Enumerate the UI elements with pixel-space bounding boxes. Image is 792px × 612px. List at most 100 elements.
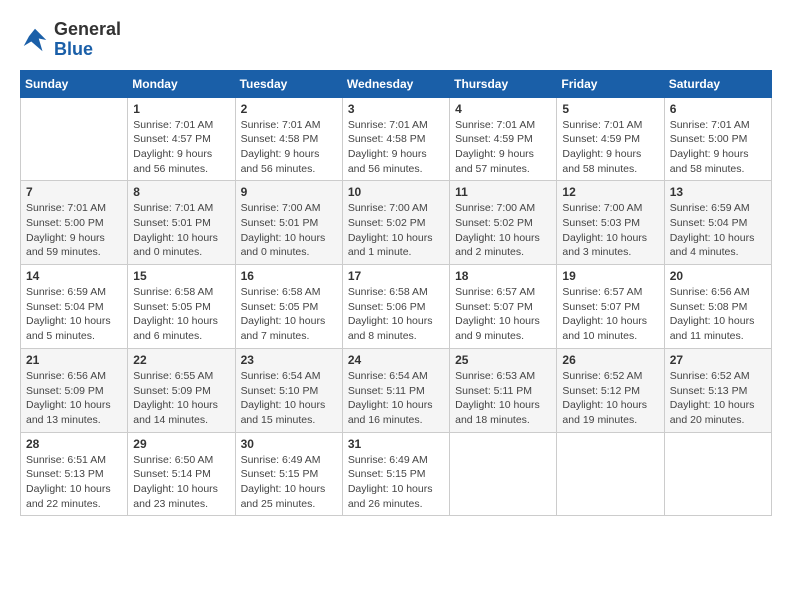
day-number: 2	[241, 102, 337, 116]
calendar-day-cell: 20Sunrise: 6:56 AMSunset: 5:08 PMDayligh…	[664, 265, 771, 349]
day-number: 14	[26, 269, 122, 283]
day-info: Sunrise: 6:49 AMSunset: 5:15 PMDaylight:…	[241, 453, 337, 512]
calendar-day-cell: 23 Sunrise: 6:54 AMSunset: 5:10 PMDayligh…	[235, 348, 342, 432]
day-info: Sunrise: 6:49 AMSunset: 5:15 PMDaylight:…	[348, 453, 444, 512]
calendar-day-cell	[21, 97, 128, 181]
calendar-day-cell: 25Sunrise: 6:53 AMSunset: 5:11 PMDayligh…	[450, 348, 557, 432]
page-header: General Blue	[20, 20, 772, 60]
day-number: 8	[133, 185, 229, 199]
day-number: 6	[670, 102, 766, 116]
day-number: 29	[133, 437, 229, 451]
day-info: Sunrise: 7:01 AMSunset: 5:00 PMDaylight:…	[670, 118, 766, 177]
day-info: Sunrise: 7:01 AMSunset: 4:58 PMDaylight:…	[348, 118, 444, 177]
day-info: Sunrise: 6:51 AMSunset: 5:13 PMDaylight:…	[26, 453, 122, 512]
day-number: 9	[241, 185, 337, 199]
day-info: Sunrise: 6:50 AMSunset: 5:14 PMDaylight:…	[133, 453, 229, 512]
calendar-week-row: 28 Sunrise: 6:51 AMSunset: 5:13 PMDayligh…	[21, 432, 772, 516]
day-info: Sunrise: 7:00 AMSunset: 5:02 PMDaylight:…	[455, 201, 551, 260]
weekday-header: Sunday	[21, 70, 128, 97]
day-number: 24	[348, 353, 444, 367]
day-number: 3	[348, 102, 444, 116]
day-number: 17	[348, 269, 444, 283]
day-info: Sunrise: 6:58 AMSunset: 5:06 PMDaylight:…	[348, 285, 444, 344]
calendar-day-cell	[450, 432, 557, 516]
calendar-day-cell: 9 Sunrise: 7:00 AMSunset: 5:01 PMDaylight…	[235, 181, 342, 265]
logo-text: General Blue	[54, 20, 121, 60]
day-info: Sunrise: 6:52 AMSunset: 5:13 PMDaylight:…	[670, 369, 766, 428]
day-number: 15	[133, 269, 229, 283]
day-number: 18	[455, 269, 551, 283]
calendar-day-cell: 3 Sunrise: 7:01 AMSunset: 4:58 PMDaylight…	[342, 97, 449, 181]
day-info: Sunrise: 6:59 AMSunset: 5:04 PMDaylight:…	[26, 285, 122, 344]
calendar-day-cell	[557, 432, 664, 516]
calendar-day-cell: 7 Sunrise: 7:01 AMSunset: 5:00 PMDaylight…	[21, 181, 128, 265]
day-number: 23	[241, 353, 337, 367]
day-info: Sunrise: 6:56 AMSunset: 5:09 PMDaylight:…	[26, 369, 122, 428]
calendar-day-cell: 30Sunrise: 6:49 AMSunset: 5:15 PMDayligh…	[235, 432, 342, 516]
day-number: 7	[26, 185, 122, 199]
day-info: Sunrise: 6:54 AMSunset: 5:10 PMDaylight:…	[241, 369, 337, 428]
day-info: Sunrise: 7:01 AMSunset: 4:58 PMDaylight:…	[241, 118, 337, 177]
day-info: Sunrise: 6:57 AMSunset: 5:07 PMDaylight:…	[562, 285, 658, 344]
day-number: 21	[26, 353, 122, 367]
day-info: Sunrise: 6:53 AMSunset: 5:11 PMDaylight:…	[455, 369, 551, 428]
weekday-header: Wednesday	[342, 70, 449, 97]
day-number: 31	[348, 437, 444, 451]
calendar-week-row: 14 Sunrise: 6:59 AMSunset: 5:04 PMDayligh…	[21, 265, 772, 349]
calendar-day-cell: 4Sunrise: 7:01 AMSunset: 4:59 PMDaylight…	[450, 97, 557, 181]
day-number: 10	[348, 185, 444, 199]
day-number: 27	[670, 353, 766, 367]
calendar-day-cell: 8 Sunrise: 7:01 AMSunset: 5:01 PMDaylight…	[128, 181, 235, 265]
day-info: Sunrise: 6:52 AMSunset: 5:12 PMDaylight:…	[562, 369, 658, 428]
day-number: 1	[133, 102, 229, 116]
calendar-day-cell: 11Sunrise: 7:00 AMSunset: 5:02 PMDayligh…	[450, 181, 557, 265]
day-number: 12	[562, 185, 658, 199]
day-info: Sunrise: 7:01 AMSunset: 4:59 PMDaylight:…	[455, 118, 551, 177]
day-number: 19	[562, 269, 658, 283]
calendar-day-cell: 31 Sunrise: 6:49 AMSunset: 5:15 PMDayligh…	[342, 432, 449, 516]
day-info: Sunrise: 6:58 AMSunset: 5:05 PMDaylight:…	[133, 285, 229, 344]
day-number: 13	[670, 185, 766, 199]
calendar-week-row: 21 Sunrise: 6:56 AMSunset: 5:09 PMDayligh…	[21, 348, 772, 432]
calendar-day-cell: 16 Sunrise: 6:58 AMSunset: 5:05 PMDayligh…	[235, 265, 342, 349]
calendar-day-cell: 27 Sunrise: 6:52 AMSunset: 5:13 PMDayligh…	[664, 348, 771, 432]
calendar-week-row: 1 Sunrise: 7:01 AMSunset: 4:57 PMDaylight…	[21, 97, 772, 181]
calendar-day-cell	[664, 432, 771, 516]
day-info: Sunrise: 6:55 AMSunset: 5:09 PMDaylight:…	[133, 369, 229, 428]
calendar-day-cell: 17 Sunrise: 6:58 AMSunset: 5:06 PMDayligh…	[342, 265, 449, 349]
calendar-day-cell: 5Sunrise: 7:01 AMSunset: 4:59 PMDaylight…	[557, 97, 664, 181]
day-number: 28	[26, 437, 122, 451]
calendar-day-cell: 29 Sunrise: 6:50 AMSunset: 5:14 PMDayligh…	[128, 432, 235, 516]
calendar-day-cell: 28 Sunrise: 6:51 AMSunset: 5:13 PMDayligh…	[21, 432, 128, 516]
day-info: Sunrise: 7:01 AMSunset: 5:00 PMDaylight:…	[26, 201, 122, 260]
day-info: Sunrise: 7:00 AMSunset: 5:01 PMDaylight:…	[241, 201, 337, 260]
calendar-day-cell: 14 Sunrise: 6:59 AMSunset: 5:04 PMDayligh…	[21, 265, 128, 349]
calendar-day-cell: 13 Sunrise: 6:59 AMSunset: 5:04 PMDayligh…	[664, 181, 771, 265]
calendar-header-row: SundayMondayTuesdayWednesdayThursdayFrid…	[21, 70, 772, 97]
calendar-day-cell: 19 Sunrise: 6:57 AMSunset: 5:07 PMDayligh…	[557, 265, 664, 349]
calendar-day-cell: 22 Sunrise: 6:55 AMSunset: 5:09 PMDayligh…	[128, 348, 235, 432]
weekday-header: Friday	[557, 70, 664, 97]
calendar-day-cell: 12Sunrise: 7:00 AMSunset: 5:03 PMDayligh…	[557, 181, 664, 265]
day-number: 22	[133, 353, 229, 367]
day-info: Sunrise: 6:58 AMSunset: 5:05 PMDaylight:…	[241, 285, 337, 344]
calendar-day-cell: 1 Sunrise: 7:01 AMSunset: 4:57 PMDaylight…	[128, 97, 235, 181]
calendar-day-cell: 26 Sunrise: 6:52 AMSunset: 5:12 PMDayligh…	[557, 348, 664, 432]
day-info: Sunrise: 6:59 AMSunset: 5:04 PMDaylight:…	[670, 201, 766, 260]
day-number: 20	[670, 269, 766, 283]
day-number: 26	[562, 353, 658, 367]
weekday-header: Thursday	[450, 70, 557, 97]
weekday-header: Tuesday	[235, 70, 342, 97]
calendar-day-cell: 15 Sunrise: 6:58 AMSunset: 5:05 PMDayligh…	[128, 265, 235, 349]
calendar-day-cell: 10Sunrise: 7:00 AMSunset: 5:02 PMDayligh…	[342, 181, 449, 265]
day-info: Sunrise: 7:01 AMSunset: 4:59 PMDaylight:…	[562, 118, 658, 177]
weekday-header: Monday	[128, 70, 235, 97]
calendar-day-cell: 21 Sunrise: 6:56 AMSunset: 5:09 PMDayligh…	[21, 348, 128, 432]
calendar-day-cell: 2 Sunrise: 7:01 AMSunset: 4:58 PMDaylight…	[235, 97, 342, 181]
day-number: 16	[241, 269, 337, 283]
calendar-day-cell: 18 Sunrise: 6:57 AMSunset: 5:07 PMDayligh…	[450, 265, 557, 349]
day-info: Sunrise: 7:01 AMSunset: 4:57 PMDaylight:…	[133, 118, 229, 177]
calendar-table: SundayMondayTuesdayWednesdayThursdayFrid…	[20, 70, 772, 517]
day-info: Sunrise: 6:57 AMSunset: 5:07 PMDaylight:…	[455, 285, 551, 344]
day-info: Sunrise: 7:01 AMSunset: 5:01 PMDaylight:…	[133, 201, 229, 260]
